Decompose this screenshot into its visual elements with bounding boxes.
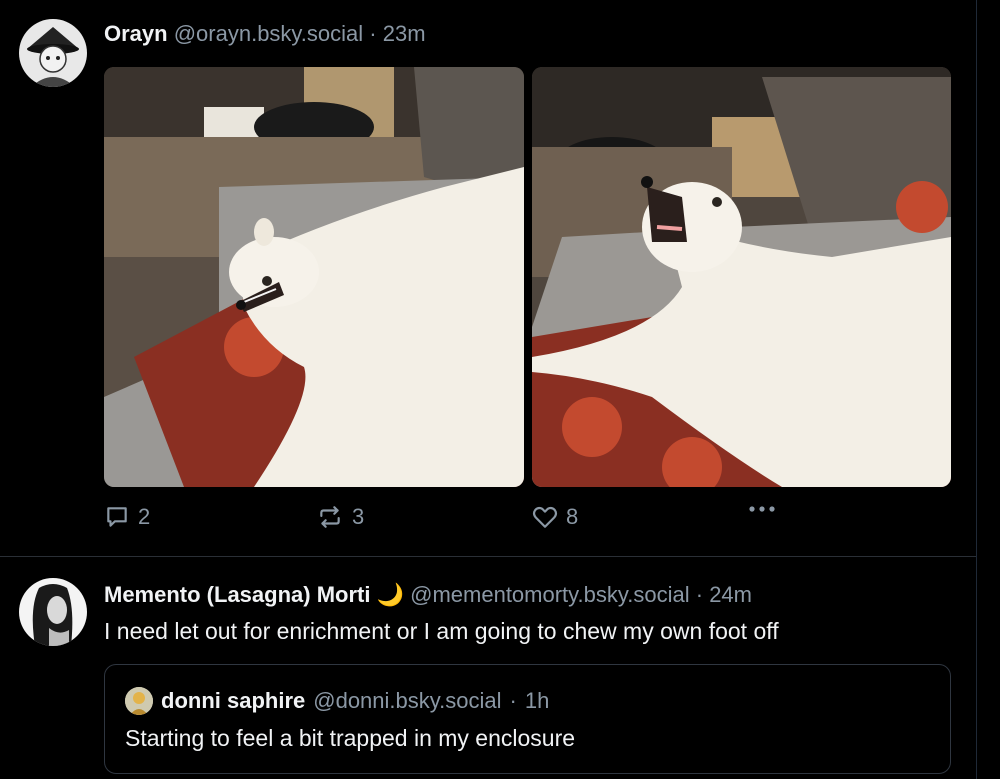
- post-image-gallery: [104, 67, 951, 487]
- like-count: 8: [566, 504, 579, 529]
- author-name[interactable]: Memento (Lasagna) Morti: [104, 582, 370, 607]
- repost-button[interactable]: 3: [316, 504, 364, 530]
- avatar-orayn[interactable]: [19, 19, 87, 87]
- post-actions: 2 3 8: [104, 504, 951, 534]
- reply-count: 2: [138, 504, 151, 529]
- post-header: Orayn @orayn.bsky.social · 23m: [104, 21, 426, 47]
- separator-dot: ·: [509, 688, 517, 713]
- quoted-post-header: donni saphire @donni.bsky.social · 1h: [125, 687, 549, 715]
- post-timestamp[interactable]: 24m: [709, 582, 752, 607]
- like-button[interactable]: 8: [532, 504, 578, 530]
- post-divider: [0, 556, 976, 557]
- moon-emoji: 🌙: [376, 582, 404, 607]
- separator-dot: ·: [695, 582, 704, 607]
- quoted-post-text: Starting to feel a bit trapped in my enc…: [125, 725, 576, 751]
- avatar-mementomorty[interactable]: [19, 578, 87, 646]
- like-icon: [532, 506, 558, 528]
- quoted-author-handle[interactable]: @donni.bsky.social: [313, 688, 501, 714]
- reply-button[interactable]: 2: [104, 504, 150, 530]
- more-options-button[interactable]: [748, 504, 776, 514]
- repost-count: 3: [352, 504, 365, 529]
- post-image-1[interactable]: [104, 67, 524, 487]
- quoted-post-timestamp[interactable]: 1h: [525, 688, 549, 714]
- post-header: Memento (Lasagna) Morti 🌙 @mementomorty.…: [104, 582, 752, 608]
- post-timestamp[interactable]: 23m: [383, 21, 426, 46]
- repost-icon: [320, 506, 340, 528]
- author-name[interactable]: Orayn: [104, 21, 168, 46]
- reply-icon: [107, 507, 127, 527]
- more-icon: [749, 506, 775, 512]
- author-handle[interactable]: @orayn.bsky.social: [174, 21, 363, 46]
- post-image-2[interactable]: [532, 67, 951, 487]
- author-handle[interactable]: @mementomorty.bsky.social: [410, 582, 689, 607]
- quoted-author-name[interactable]: donni saphire: [161, 688, 305, 714]
- separator-dot: ·: [369, 21, 377, 46]
- column-border: [976, 0, 977, 779]
- quoted-post[interactable]: donni saphire @donni.bsky.social · 1h St…: [104, 664, 951, 774]
- avatar-donni: [125, 687, 153, 715]
- post-text: I need let out for enrichment or I am go…: [104, 618, 779, 644]
